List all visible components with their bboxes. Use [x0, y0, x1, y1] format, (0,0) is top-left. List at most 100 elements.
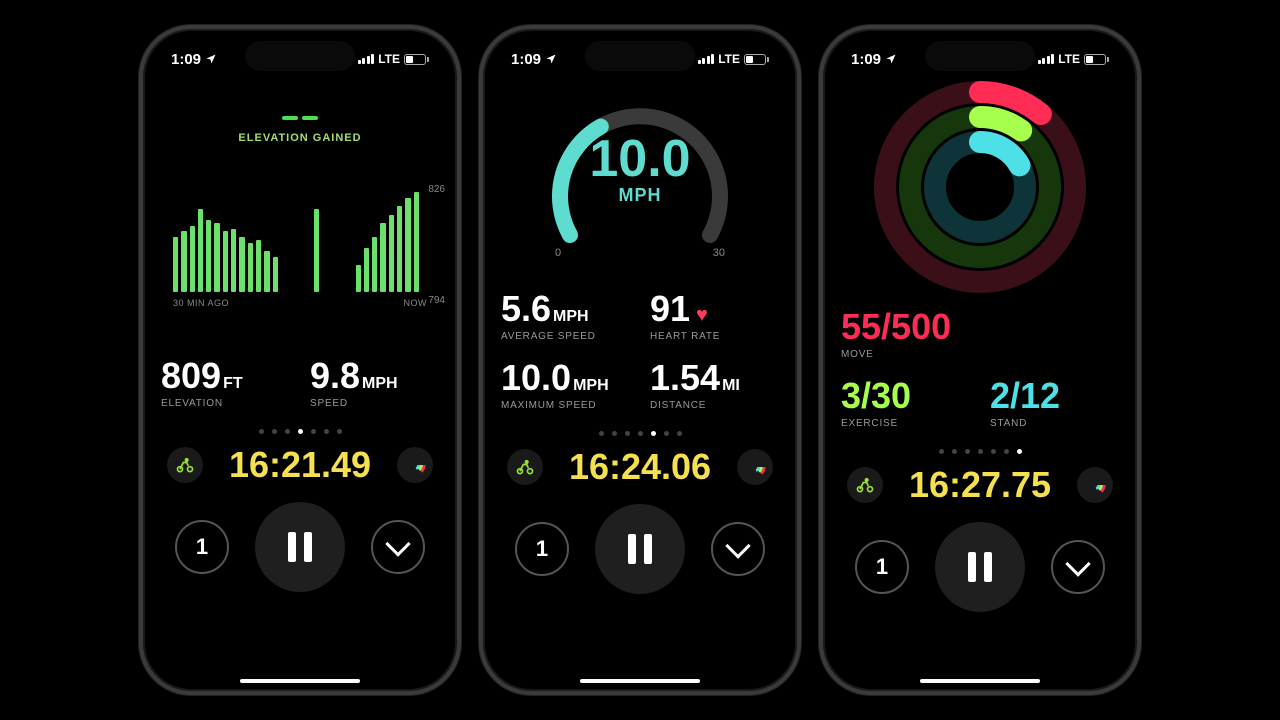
page-indicator[interactable] [161, 429, 439, 434]
pause-button[interactable] [935, 522, 1025, 612]
stat-heart-rate: 91 ♥ HEART RATE [650, 291, 779, 342]
lock-button-label: 1 [536, 536, 548, 562]
stat-stand-label: STAND [990, 418, 1119, 429]
stat-avg-speed-value: 5.6 [501, 291, 551, 327]
page-indicator[interactable] [841, 449, 1119, 454]
page-dot[interactable] [965, 449, 970, 454]
home-indicator[interactable] [240, 679, 360, 683]
activity-rings-button[interactable] [397, 447, 433, 483]
elevation-bar [273, 257, 278, 292]
activity-rings-button[interactable] [737, 449, 773, 485]
location-icon [885, 53, 897, 65]
stat-move-label: MOVE [841, 349, 1119, 360]
page-dot[interactable] [952, 449, 957, 454]
lock-button[interactable]: 1 [515, 522, 569, 576]
stat-distance-unit: MI [722, 378, 740, 394]
stat-elevation-label: ELEVATION [161, 398, 290, 409]
stat-stand: 2/12 STAND [990, 378, 1119, 429]
page-dot[interactable] [625, 431, 630, 436]
location-icon [545, 53, 557, 65]
heart-icon: ♥ [696, 305, 708, 325]
chevron-down-icon [1065, 551, 1090, 576]
elevation-bar [214, 223, 219, 292]
phone-speed: 1:09 LTE 28 10.0 MPH 0 30 [479, 25, 801, 695]
signal-icon [698, 54, 715, 64]
stat-avg-speed: 5.6 MPH AVERAGE SPEED [501, 291, 630, 342]
page-dot[interactable] [978, 449, 983, 454]
collapse-button[interactable] [371, 520, 425, 574]
elevation-bar [405, 198, 410, 292]
lock-button[interactable]: 1 [175, 520, 229, 574]
lock-button-label: 1 [876, 554, 888, 580]
page-dot[interactable] [1017, 449, 1022, 454]
page-dot[interactable] [991, 449, 996, 454]
stat-elevation-value: 809 [161, 358, 221, 394]
activity-rings [870, 77, 1090, 297]
page-dot[interactable] [939, 449, 944, 454]
signal-icon [358, 54, 375, 64]
page-dot[interactable] [298, 429, 303, 434]
elevation-chart: 826 794 30 MIN AGO NOW [161, 192, 439, 332]
elevation-bar [389, 215, 394, 293]
battery-icon: 28 [1084, 54, 1109, 65]
elevation-bar [314, 209, 319, 292]
rings-icon [1084, 474, 1106, 496]
stat-elevation: 809 FT ELEVATION [161, 358, 290, 409]
elevation-bar [231, 229, 236, 292]
activity-type-button[interactable] [507, 449, 543, 485]
stat-exercise-label: EXERCISE [841, 418, 970, 429]
page-dot[interactable] [664, 431, 669, 436]
stat-stand-value: 2/12 [990, 378, 1060, 414]
activity-type-button[interactable] [167, 447, 203, 483]
location-icon [205, 53, 217, 65]
collapse-button[interactable] [711, 522, 765, 576]
page-dot[interactable] [272, 429, 277, 434]
page-dot[interactable] [651, 431, 656, 436]
page-dot[interactable] [599, 431, 604, 436]
page-dot[interactable] [337, 429, 342, 434]
lock-button-label: 1 [196, 534, 208, 560]
phone-rings: 1:09 LTE 28 55/500 M [819, 25, 1141, 695]
elevation-bar [414, 192, 419, 292]
elevation-bar [364, 248, 369, 292]
gauge-max-label: 30 [713, 247, 725, 259]
stat-exercise-value: 3/30 [841, 378, 911, 414]
activity-type-button[interactable] [847, 467, 883, 503]
dynamic-island [585, 41, 695, 71]
rings-icon [744, 456, 766, 478]
page-dot[interactable] [1004, 449, 1009, 454]
stat-heart-label: HEART RATE [650, 331, 779, 342]
stat-move-value: 55/500 [841, 309, 951, 345]
stat-max-speed-label: MAXIMUM SPEED [501, 400, 630, 411]
page-dot[interactable] [285, 429, 290, 434]
stat-max-speed: 10.0 MPH MAXIMUM SPEED [501, 360, 630, 411]
elevation-bar [397, 206, 402, 292]
gauge-min-label: 0 [555, 247, 561, 259]
page-indicator[interactable] [501, 431, 779, 436]
lock-button[interactable]: 1 [855, 540, 909, 594]
cycling-icon [175, 455, 195, 475]
chart-ymax-label: 826 [428, 184, 445, 195]
battery-icon: 28 [404, 54, 429, 65]
phone-elevation: 1:09 LTE 28 ELEVATION GAINED 826 794 30 … [139, 25, 461, 695]
elevation-bar [239, 237, 244, 292]
carrier-label: LTE [718, 52, 740, 66]
dynamic-island [925, 41, 1035, 71]
page-dot[interactable] [311, 429, 316, 434]
collapse-button[interactable] [1051, 540, 1105, 594]
page-dot[interactable] [638, 431, 643, 436]
pause-button[interactable] [255, 502, 345, 592]
page-dot[interactable] [324, 429, 329, 434]
status-time: 1:09 [851, 51, 881, 68]
gauge-value: 10.0 [589, 133, 690, 185]
elevation-bar [356, 265, 361, 292]
page-dot[interactable] [612, 431, 617, 436]
activity-rings-button[interactable] [1077, 467, 1113, 503]
cycling-icon [515, 457, 535, 477]
home-indicator[interactable] [920, 679, 1040, 683]
page-dot[interactable] [677, 431, 682, 436]
pause-button[interactable] [595, 504, 685, 594]
page-dot[interactable] [259, 429, 264, 434]
home-indicator[interactable] [580, 679, 700, 683]
cycling-icon [855, 475, 875, 495]
